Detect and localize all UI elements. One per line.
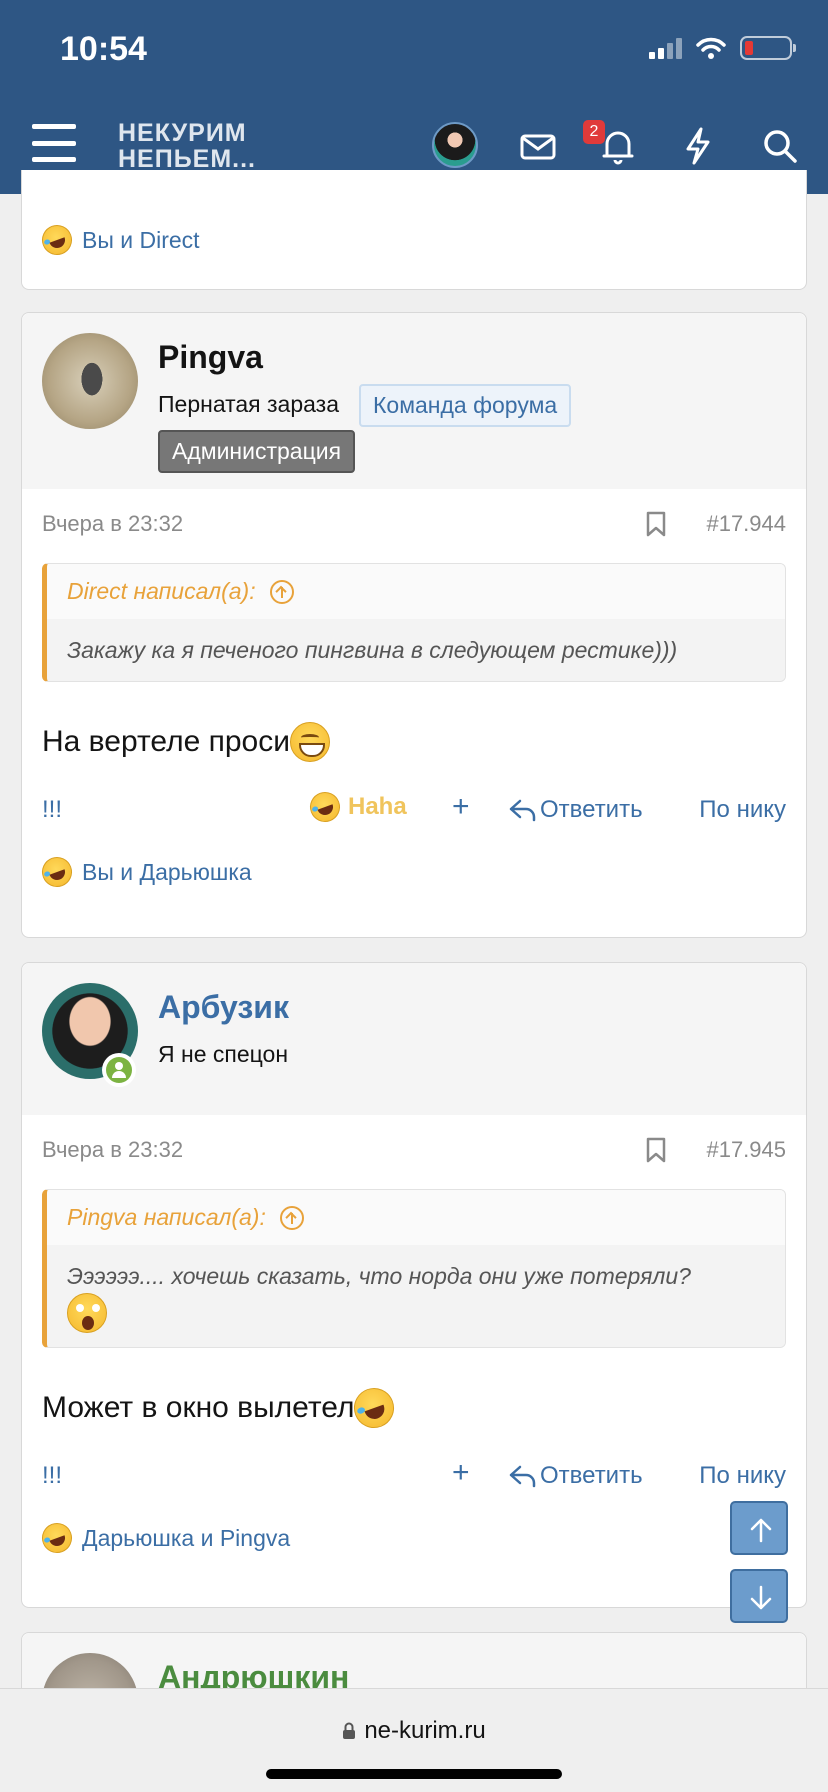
scroll-to-top-button[interactable]	[730, 1501, 788, 1555]
by-nick-button[interactable]: По нику	[699, 796, 786, 824]
shocked-emoji-icon	[67, 1293, 107, 1333]
post-author-block: Pingva Пернатая зараза Команда форума Ад…	[22, 313, 806, 489]
arrow-up-icon	[750, 1518, 772, 1543]
report-button[interactable]: !!!	[42, 1462, 62, 1490]
reaction-summary[interactable]: Вы и Дарьюшка	[22, 842, 806, 902]
quote-author: Pingva написал(а):	[67, 1204, 266, 1230]
search-icon[interactable]	[758, 124, 802, 168]
post-meta: Вчера в 23:32 #17.945	[22, 1115, 806, 1179]
username[interactable]: Pingva	[158, 339, 263, 376]
user-banner-team: Команда форума	[359, 384, 572, 427]
bookmark-icon[interactable]	[646, 1137, 666, 1163]
status-time: 10:54	[60, 30, 147, 68]
post-number[interactable]: #17.945	[706, 1137, 786, 1163]
notification-badge: 2	[583, 120, 605, 144]
post-date[interactable]: Вчера в 23:32	[42, 511, 183, 537]
rofl-emoji-icon	[37, 1518, 77, 1558]
post-card: Pingva Пернатая зараза Команда форума Ад…	[21, 312, 807, 938]
post-meta: Вчера в 23:32 #17.944	[22, 489, 806, 553]
rofl-emoji-icon	[37, 220, 77, 260]
jump-to-quote-icon[interactable]	[279, 1205, 304, 1230]
quote-text: Ээээээ.... хочешь сказать, что норда они…	[47, 1245, 785, 1347]
quote-author: Direct написал(а):	[67, 578, 256, 604]
reply-button[interactable]: Ответить	[508, 1462, 643, 1490]
inbox-icon[interactable]	[516, 124, 560, 168]
quote-block: Direct написал(а): Закажу ка я печеного …	[42, 563, 786, 682]
battery-icon	[740, 36, 796, 60]
reply-icon	[509, 1465, 536, 1488]
username[interactable]: Арбузик	[158, 989, 289, 1026]
user-title: Пернатая зараза	[158, 391, 340, 417]
post-body: Может в окно вылетел	[22, 1378, 806, 1438]
reaction-summary[interactable]: Вы и Direct	[22, 210, 806, 270]
wifi-icon	[696, 37, 726, 59]
reaction-summary[interactable]: Дарьюшка и Pingva	[22, 1508, 806, 1568]
browser-url-bar[interactable]: ne-kurim.ru	[0, 1688, 828, 1792]
report-button[interactable]: !!!	[42, 796, 62, 824]
post-number[interactable]: #17.944	[706, 511, 786, 537]
menu-icon[interactable]	[32, 124, 76, 162]
grin-emoji-icon	[289, 722, 330, 762]
quote-header[interactable]: Direct написал(а):	[47, 564, 785, 619]
rofl-emoji-icon	[348, 1382, 401, 1434]
status-icons	[649, 36, 796, 60]
jump-to-quote-icon[interactable]	[269, 579, 294, 604]
home-indicator[interactable]	[266, 1769, 562, 1779]
app-header: 10:54 НЕКУРИМ НЕПЬЕМ...	[0, 0, 828, 194]
quote-text: Закажу ка я печеного пингвина в следующе…	[47, 619, 785, 681]
post-author-block: Арбузик Я не спецон	[22, 963, 806, 1115]
site-logo[interactable]: НЕКУРИМ НЕПЬЕМ...	[118, 120, 256, 172]
rofl-emoji-icon	[305, 787, 345, 827]
reaction-button[interactable]: Haha	[305, 787, 407, 827]
post-card-previous: Вы и Direct	[21, 170, 807, 290]
arrow-down-icon	[750, 1585, 772, 1610]
post-body: На вертеле проси	[22, 712, 806, 772]
by-nick-button[interactable]: По нику	[699, 1462, 786, 1490]
post-actions: !!! + Ответить По нику	[22, 1448, 806, 1508]
multiquote-button[interactable]: +	[452, 790, 470, 824]
quote-block: Pingva написал(а): Ээээээ.... хочешь ска…	[42, 1189, 786, 1348]
url-display[interactable]: ne-kurim.ru	[0, 1717, 828, 1745]
reply-icon	[509, 799, 536, 822]
quote-header[interactable]: Pingva написал(а):	[47, 1190, 785, 1245]
bookmark-icon[interactable]	[646, 511, 666, 537]
scroll-to-bottom-button[interactable]	[730, 1569, 788, 1623]
online-status-icon	[102, 1053, 136, 1087]
signal-icon	[649, 37, 682, 59]
user-title: Я не спецон	[158, 1041, 289, 1067]
multiquote-button[interactable]: +	[452, 1456, 470, 1490]
post-date[interactable]: Вчера в 23:32	[42, 1137, 183, 1163]
user-avatar[interactable]	[42, 333, 138, 429]
reply-button[interactable]: Ответить	[508, 796, 643, 824]
rofl-emoji-icon	[37, 852, 77, 892]
post-card: Арбузик Я не спецон Вчера в 23:32 #17.94…	[21, 962, 807, 1608]
lock-icon	[343, 1722, 356, 1739]
lightning-icon[interactable]	[676, 124, 720, 168]
post-actions: !!! Haha + Ответить По нику	[22, 782, 806, 842]
user-banner-admin: Администрация	[158, 430, 356, 473]
account-avatar[interactable]	[432, 122, 478, 168]
